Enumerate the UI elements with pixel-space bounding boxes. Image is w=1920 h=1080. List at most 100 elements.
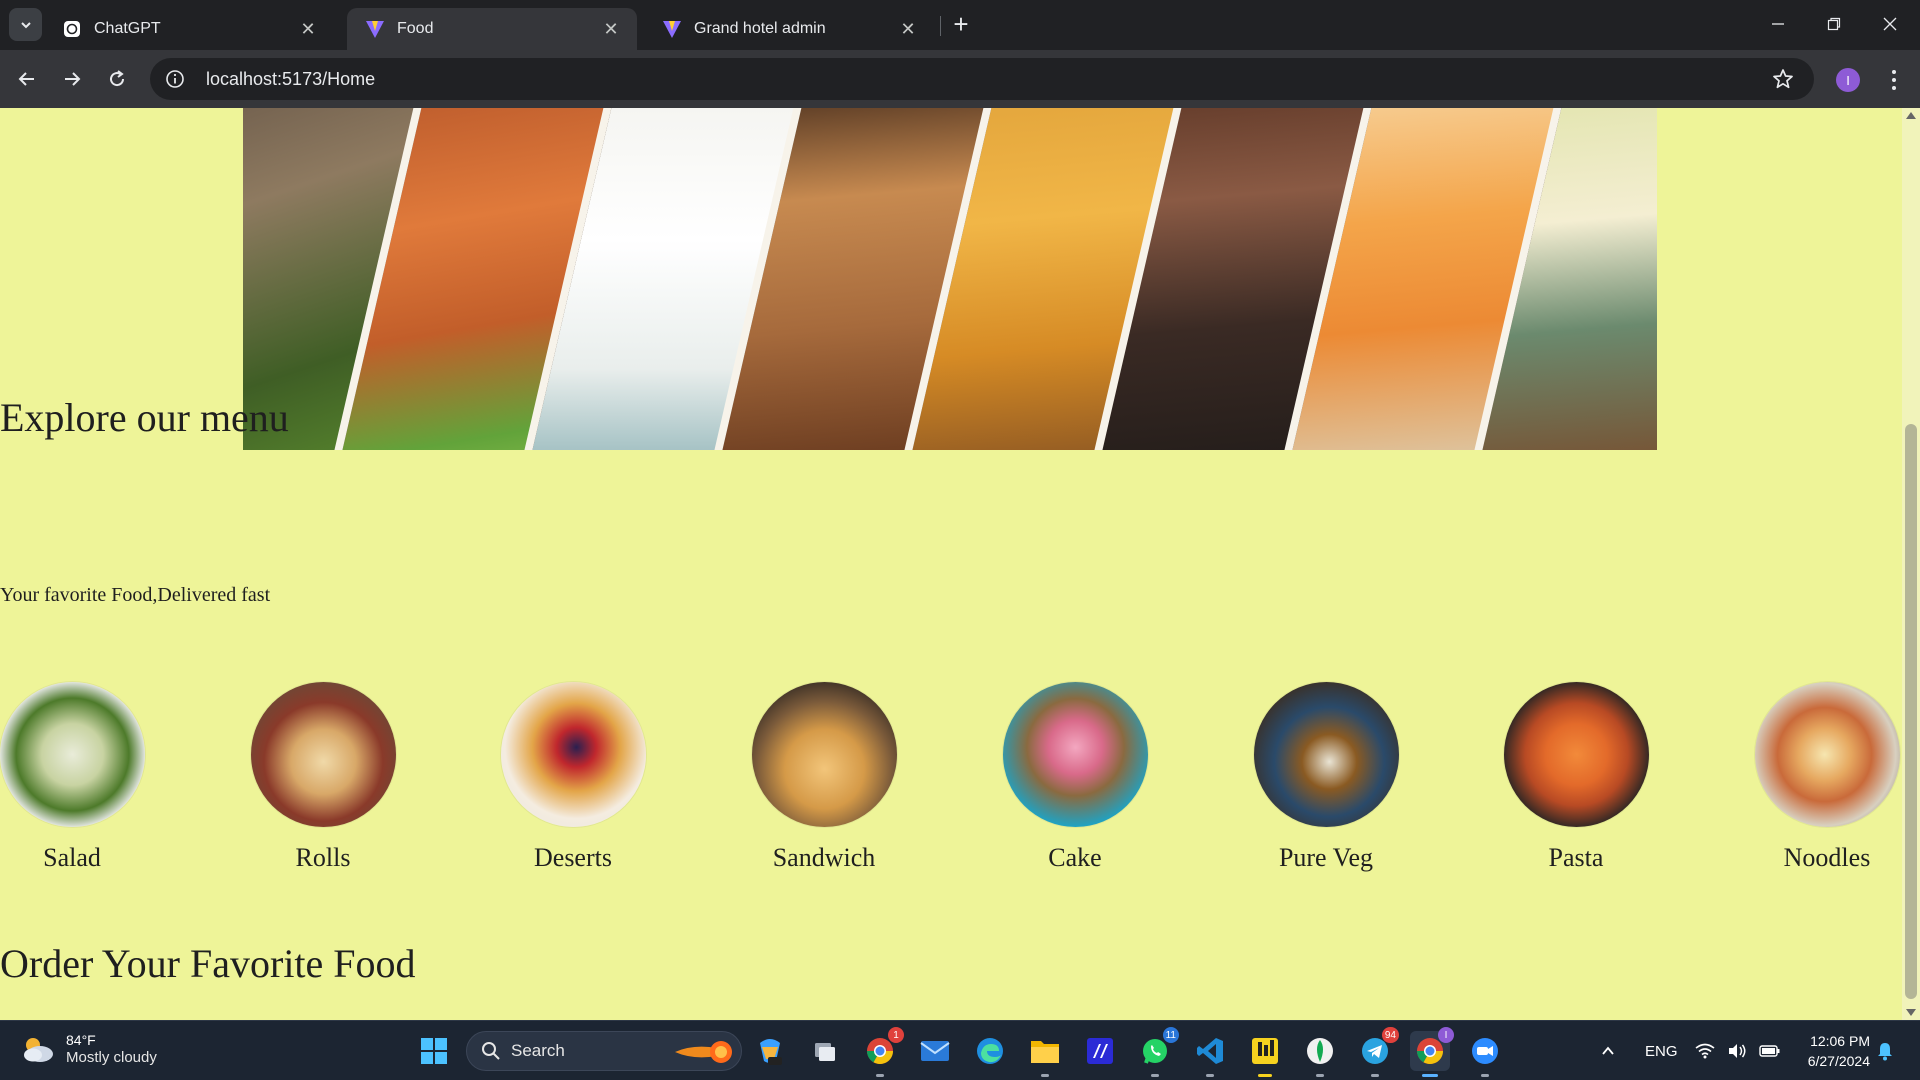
menu-item-label: Sandwich bbox=[772, 843, 876, 872]
weather-widget[interactable]: 84°F Mostly cloudy bbox=[20, 1031, 157, 1067]
profile-badge: I bbox=[1438, 1027, 1454, 1043]
windows-logo-icon bbox=[421, 1038, 447, 1064]
tab-separator bbox=[940, 16, 941, 36]
tab-grand-hotel-admin[interactable]: Grand hotel admin ✕ bbox=[644, 8, 934, 50]
running-indicator bbox=[1316, 1074, 1324, 1077]
close-tab-icon[interactable]: ✕ bbox=[896, 17, 920, 41]
page-viewport: Explore our menu Your favorite Food,Deli… bbox=[0, 108, 1920, 1020]
menu-item-deserts[interactable]: Deserts bbox=[448, 682, 698, 873]
pasta-image bbox=[1503, 682, 1649, 827]
url-text: localhost:5173/Home bbox=[206, 68, 376, 89]
whatsapp-icon[interactable]: 11 bbox=[1135, 1027, 1179, 1077]
vscode-icon[interactable] bbox=[1190, 1031, 1230, 1077]
scroll-down-icon[interactable] bbox=[1906, 1009, 1916, 1016]
telegram-notification-badge: 94 bbox=[1381, 1027, 1399, 1043]
copilot-icon[interactable] bbox=[750, 1031, 790, 1071]
edge-icon[interactable] bbox=[970, 1031, 1010, 1071]
menu-item-sandwich[interactable]: Sandwich bbox=[699, 682, 949, 873]
show-hidden-icons-button[interactable] bbox=[1600, 1021, 1616, 1080]
back-button[interactable] bbox=[9, 61, 45, 97]
notifications-button[interactable] bbox=[1876, 1021, 1894, 1080]
arrow-left-icon bbox=[18, 72, 34, 86]
site-info-icon[interactable] bbox=[164, 68, 186, 90]
running-indicator bbox=[1151, 1074, 1159, 1077]
menu-item-pure-veg[interactable]: Pure Veg bbox=[1201, 682, 1451, 873]
menu-item-rolls[interactable]: Rolls bbox=[198, 682, 448, 873]
running-indicator bbox=[1371, 1074, 1379, 1077]
menu-item-label: Cake bbox=[1048, 843, 1102, 872]
menu-item-pasta[interactable]: Pasta bbox=[1451, 682, 1701, 873]
start-button[interactable] bbox=[414, 1031, 454, 1071]
clock-date: 6/27/2024 bbox=[1807, 1053, 1870, 1069]
new-tab-button[interactable]: + bbox=[946, 10, 976, 40]
tab-chatgpt[interactable]: ChatGPT ✕ bbox=[44, 8, 334, 50]
search-highlight-icon bbox=[675, 1041, 732, 1063]
hero-food-collage bbox=[243, 108, 1657, 450]
active-indicator bbox=[1422, 1074, 1438, 1077]
tab-food[interactable]: Food ✕ bbox=[347, 8, 637, 50]
mail-icon[interactable] bbox=[915, 1031, 955, 1071]
reload-button[interactable] bbox=[99, 61, 135, 97]
chrome-profile-taskbar-icon[interactable]: I bbox=[1410, 1027, 1454, 1077]
menu-item-label: Rolls bbox=[295, 843, 351, 872]
running-indicator bbox=[1041, 1074, 1049, 1077]
deserts-image bbox=[500, 682, 646, 827]
scrollbar-thumb[interactable] bbox=[1905, 424, 1917, 999]
system-tray-icons[interactable] bbox=[1695, 1021, 1781, 1080]
restore-icon bbox=[1827, 17, 1841, 31]
telegram-icon[interactable]: 94 bbox=[1355, 1027, 1399, 1077]
running-indicator bbox=[876, 1074, 884, 1077]
clock-time: 12:06 PM bbox=[1810, 1033, 1870, 1049]
chevron-up-icon bbox=[1602, 1046, 1614, 1055]
chrome-notification-badge: 1 bbox=[888, 1027, 904, 1043]
menu-item-label: Deserts bbox=[534, 843, 612, 872]
restore-button[interactable] bbox=[1806, 0, 1862, 48]
media-player-icon[interactable] bbox=[1245, 1031, 1285, 1077]
mongodb-compass-icon[interactable] bbox=[1300, 1031, 1340, 1077]
chevron-down-icon bbox=[20, 21, 31, 28]
clock[interactable]: 12:06 PM 6/27/2024 bbox=[1784, 1031, 1870, 1071]
minimize-button[interactable] bbox=[1750, 0, 1806, 48]
browser-toolbar: localhost:5173/Home I bbox=[0, 50, 1920, 108]
rolls-image bbox=[250, 682, 396, 827]
chatgpt-icon bbox=[62, 19, 82, 39]
noodles-image bbox=[1754, 682, 1900, 827]
bell-icon bbox=[1878, 1043, 1892, 1061]
file-explorer-icon[interactable] bbox=[1025, 1031, 1065, 1077]
visual-studio-icon[interactable] bbox=[1080, 1031, 1120, 1071]
bookmark-star-icon[interactable] bbox=[1770, 66, 1796, 92]
address-bar[interactable]: localhost:5173/Home bbox=[150, 58, 1814, 100]
page-scrollbar[interactable] bbox=[1902, 108, 1920, 1020]
profile-avatar[interactable]: I bbox=[1836, 68, 1860, 92]
close-tab-icon[interactable]: ✕ bbox=[296, 17, 320, 41]
taskbar-search[interactable]: Search bbox=[466, 1031, 742, 1071]
tab-title: Grand hotel admin bbox=[694, 20, 826, 37]
minimize-icon bbox=[1772, 23, 1784, 25]
browser-menu-icon[interactable] bbox=[1882, 65, 1906, 95]
close-tab-icon[interactable]: ✕ bbox=[599, 17, 623, 41]
running-indicator bbox=[1481, 1074, 1489, 1077]
weather-temp: 84°F bbox=[66, 1032, 96, 1048]
tab-title: Food bbox=[397, 20, 434, 37]
chrome-taskbar-icon[interactable]: 1 bbox=[860, 1027, 904, 1077]
scroll-up-icon[interactable] bbox=[1906, 112, 1916, 119]
menu-item-label: Noodles bbox=[1783, 843, 1871, 872]
zoom-icon[interactable] bbox=[1465, 1031, 1505, 1077]
reload-icon bbox=[110, 70, 125, 87]
vite-icon bbox=[662, 19, 682, 39]
menu-item-noodles[interactable]: Noodles bbox=[1702, 682, 1920, 873]
order-food-heading: Order Your Favorite Food bbox=[0, 941, 416, 986]
tab-search-button[interactable] bbox=[9, 8, 42, 41]
forward-button[interactable] bbox=[54, 61, 90, 97]
battery-icon bbox=[1759, 1045, 1780, 1057]
arrow-right-icon bbox=[65, 72, 81, 86]
cake-image bbox=[1002, 682, 1148, 827]
menu-item-salad[interactable]: Salad bbox=[0, 682, 197, 873]
menu-item-cake[interactable]: Cake bbox=[950, 682, 1200, 873]
close-window-button[interactable] bbox=[1862, 0, 1918, 48]
close-icon bbox=[1883, 17, 1897, 31]
task-view-icon[interactable] bbox=[805, 1031, 845, 1071]
windows-taskbar: 84°F Mostly cloudy Search 1 11 94 I ENG … bbox=[0, 1020, 1920, 1080]
language-indicator[interactable]: ENG bbox=[1645, 1021, 1678, 1080]
wifi-icon bbox=[1695, 1043, 1715, 1059]
